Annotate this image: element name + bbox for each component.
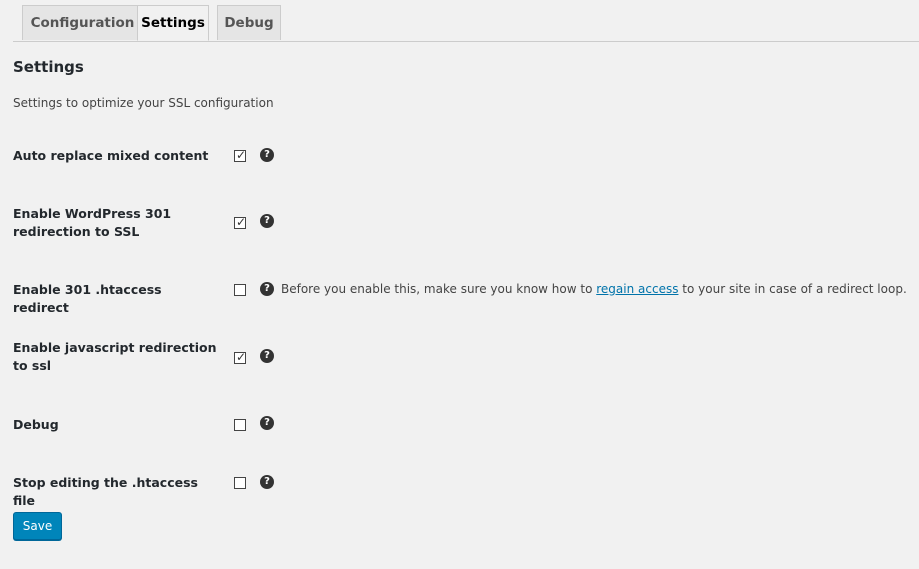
htaccess-redirect-checkbox[interactable] — [234, 284, 246, 296]
js-redirect-checkbox[interactable]: ✓ — [234, 350, 247, 364]
tab-settings[interactable]: Settings — [137, 5, 209, 41]
question-mark-circle-icon[interactable]: ? — [260, 475, 274, 489]
wp-301-redirect-checkbox[interactable]: ✓ — [234, 215, 247, 229]
save-button[interactable]: Save — [13, 512, 62, 540]
regain-access-link[interactable]: regain access — [596, 282, 678, 296]
tab-bar: Configuration Settings Debug — [13, 0, 919, 42]
htaccess-warning-note: Before you enable this, make sure you kn… — [281, 282, 907, 296]
tab-configuration[interactable]: Configuration — [22, 5, 143, 40]
question-mark-circle-icon[interactable]: ? — [260, 416, 274, 430]
tab-debug[interactable]: Debug — [217, 5, 281, 40]
note-text-before: Before you enable this, make sure you kn… — [281, 282, 597, 296]
page-title: Settings — [13, 58, 84, 76]
setting-label-js-redirect: Enable javascript redirection to ssl — [13, 340, 217, 373]
setting-label-stop-editing-htaccess: Stop editing the .htaccess file — [13, 475, 198, 508]
stop-editing-htaccess-checkbox[interactable] — [234, 477, 246, 489]
debug-checkbox[interactable] — [234, 419, 246, 431]
question-mark-circle-icon[interactable]: ? — [260, 214, 274, 228]
note-text-after: to your site in case of a redirect loop. — [678, 282, 907, 296]
setting-label-htaccess-redirect: Enable 301 .htaccess redirect — [13, 282, 162, 315]
setting-label-debug: Debug — [13, 417, 59, 432]
auto-replace-checkbox[interactable]: ✓ — [234, 148, 247, 162]
setting-label-wp-301: Enable WordPress 301 redirection to SSL — [13, 206, 172, 239]
checkmark-icon: ✓ — [236, 148, 247, 162]
checkmark-icon: ✓ — [236, 350, 247, 364]
question-mark-circle-icon[interactable]: ? — [260, 148, 274, 162]
page-subtitle: Settings to optimize your SSL configurat… — [13, 96, 274, 110]
question-mark-circle-icon[interactable]: ? — [260, 349, 274, 363]
question-mark-circle-icon[interactable]: ? — [260, 282, 274, 296]
settings-page: Configuration Settings Debug Settings Se… — [0, 0, 919, 569]
setting-label-auto-replace: Auto replace mixed content — [13, 148, 209, 163]
checkmark-icon: ✓ — [236, 215, 247, 229]
